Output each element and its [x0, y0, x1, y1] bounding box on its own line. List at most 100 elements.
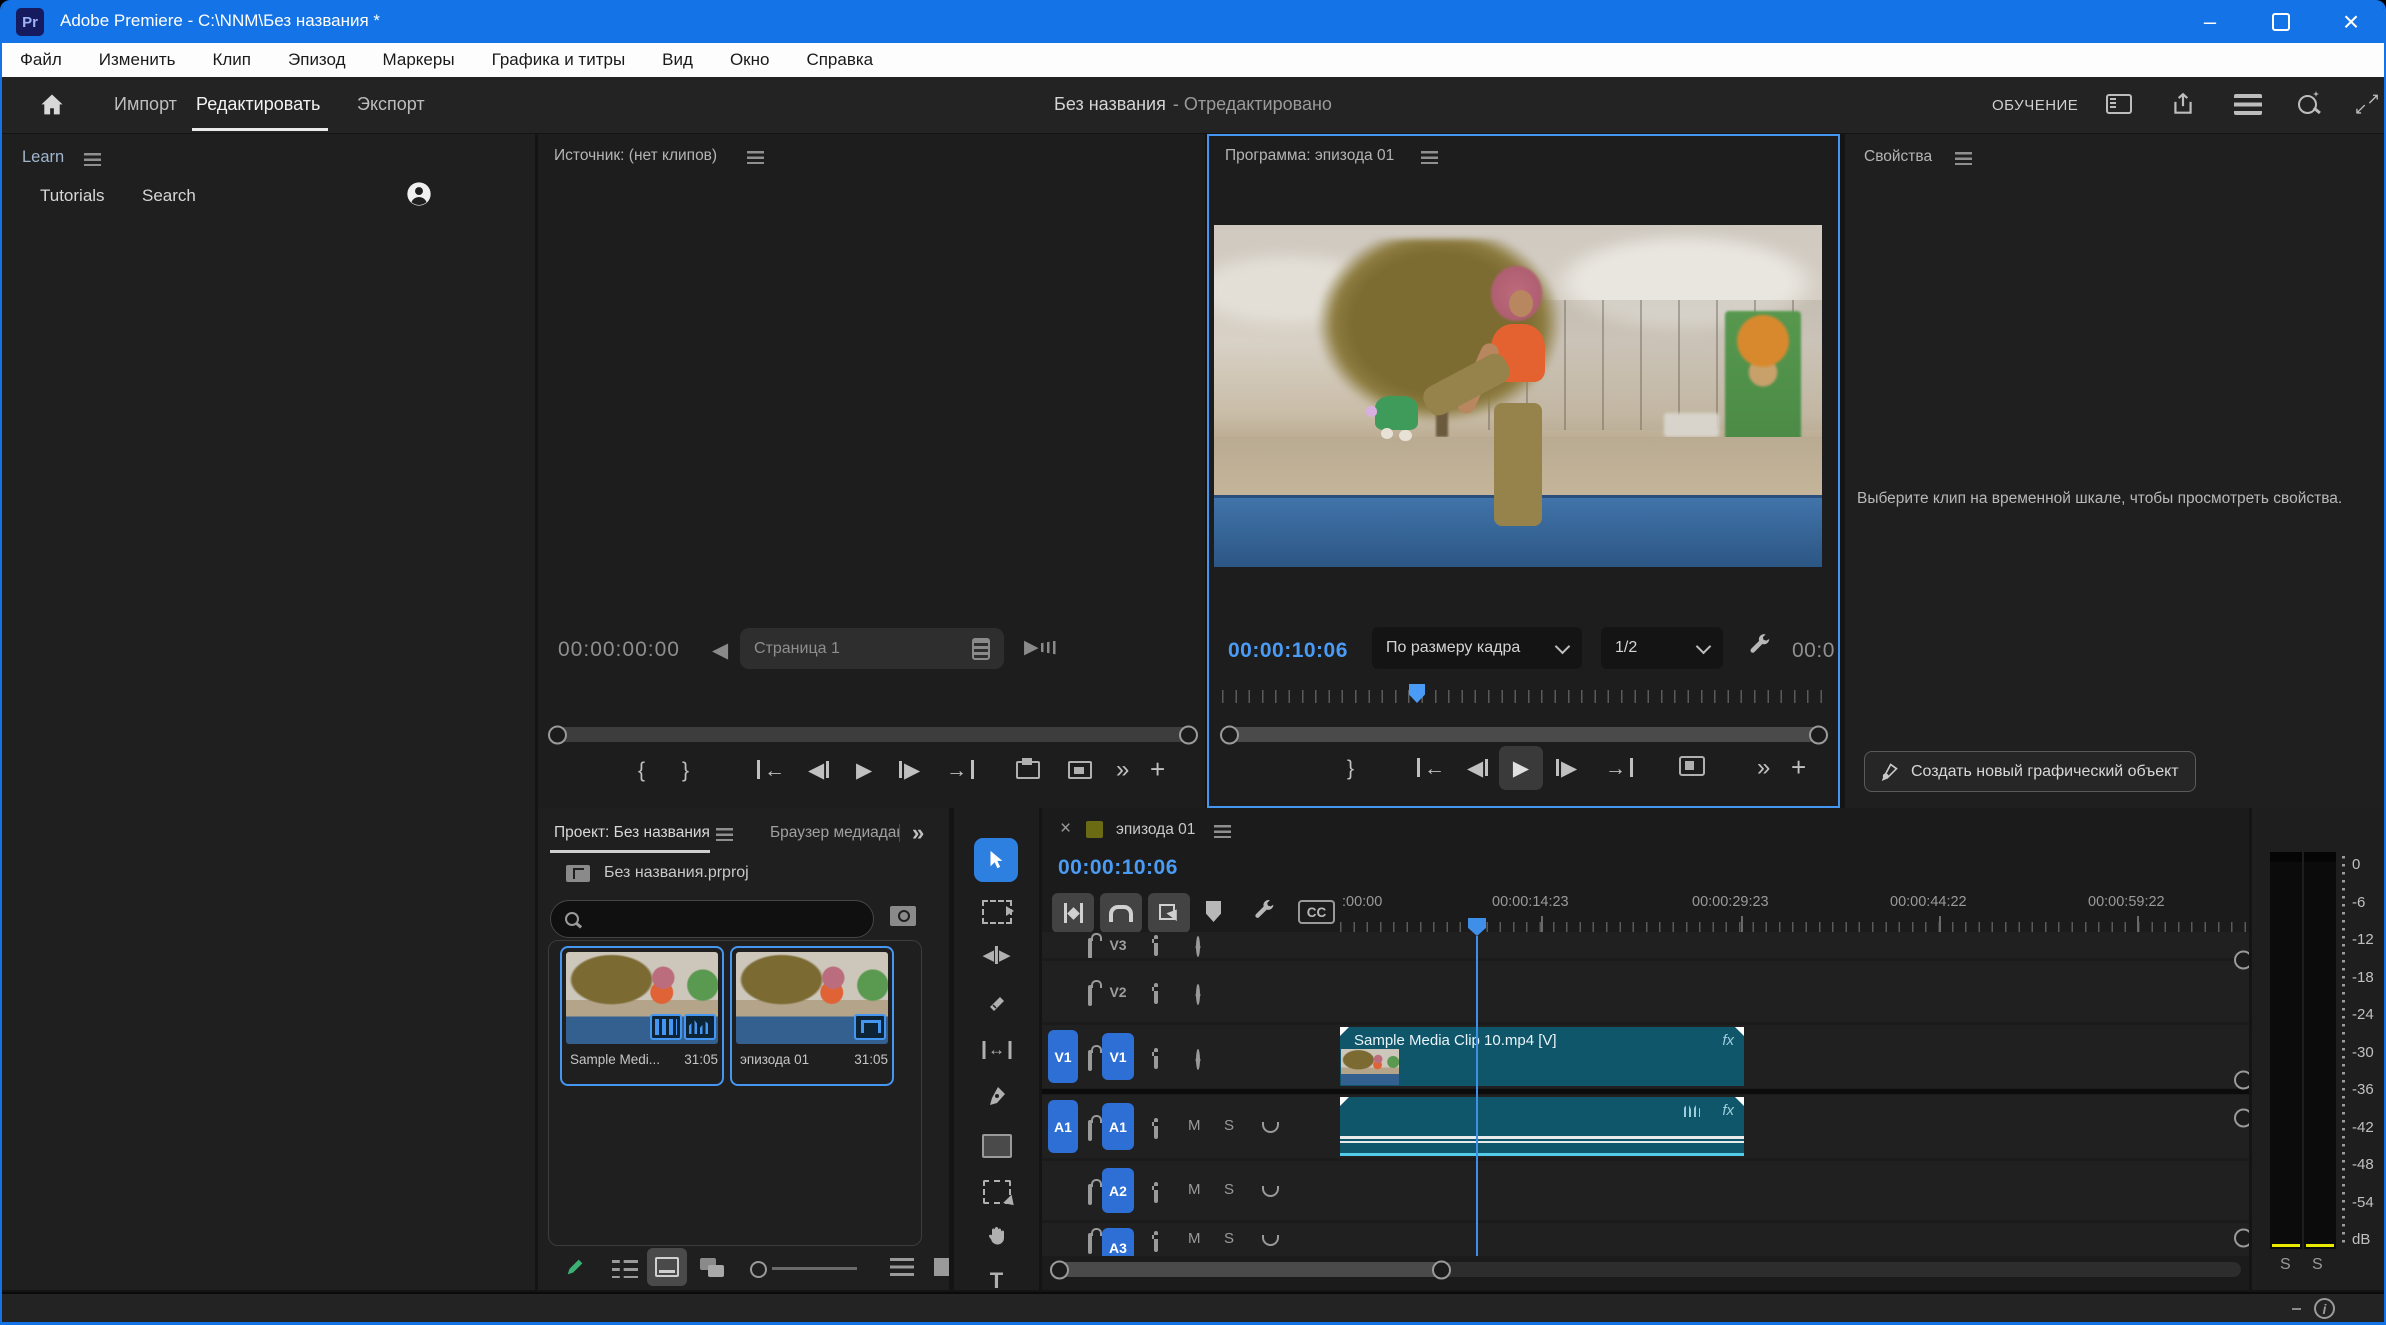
menu-edit[interactable]: Изменить [99, 50, 176, 70]
program-mark-out-icon[interactable]: } [1347, 758, 1354, 779]
sync-lock-icon[interactable] [1154, 983, 1158, 1004]
hand-tool[interactable] [985, 1224, 1009, 1248]
timeline-h-scrollbar[interactable] [1050, 1262, 2241, 1277]
source-zoom-handle-left[interactable] [548, 725, 567, 744]
program-settings-wrench-icon[interactable] [1747, 632, 1773, 658]
zoom-slider[interactable] [750, 1260, 860, 1276]
timeline-video-clip[interactable]: Sample Media Clip 10.mp4 [V] fx [1340, 1027, 1744, 1086]
h-scroll-thumb[interactable] [1050, 1262, 1446, 1277]
mark-out-icon[interactable]: } [682, 760, 689, 781]
learn-tab-search[interactable]: Search [142, 186, 196, 206]
mark-in-icon[interactable]: { [638, 760, 645, 781]
v-scroll-handle[interactable] [2234, 951, 2249, 970]
source-zoom-handle-right[interactable] [1179, 725, 1198, 744]
program-step-forward-icon[interactable]: ▶ [1561, 758, 1577, 779]
program-more-icon[interactable]: » [1757, 756, 1770, 780]
program-video-frame[interactable] [1214, 225, 1822, 567]
track-solo-button[interactable]: S [1224, 1117, 1234, 1134]
export-share-icon[interactable] [2170, 91, 2196, 117]
program-mini-ruler[interactable] [1222, 690, 1826, 703]
track-lock-icon[interactable] [1088, 1184, 1092, 1205]
timeline-tab-label[interactable]: эпизода 01 [1116, 821, 1195, 839]
go-to-in-icon[interactable]: ← [764, 760, 785, 781]
sync-lock-icon[interactable] [1154, 1048, 1158, 1069]
v-scroll-handle[interactable] [2234, 1229, 2249, 1248]
slip-tool[interactable]: ↔ [982, 1040, 1011, 1060]
properties-panel-menu-icon[interactable] [1955, 152, 1972, 165]
step-back-icon[interactable]: ◀ [808, 760, 824, 781]
menu-help[interactable]: Справка [806, 50, 873, 70]
track-visibility-eye-icon[interactable] [1196, 1049, 1200, 1070]
rectangle-tool[interactable] [982, 1134, 1012, 1158]
h-scroll-handle-right[interactable] [1432, 1260, 1451, 1279]
track-solo-button[interactable]: S [1224, 1230, 1234, 1247]
menu-graphics[interactable]: Графика и титры [492, 50, 626, 70]
play-icon[interactable]: ▶ [856, 760, 872, 781]
v-scroll-handle[interactable] [2234, 1109, 2249, 1128]
program-panel-title[interactable]: Программа: эпизода 01 [1225, 147, 1394, 165]
timeline-settings-wrench-icon[interactable] [1252, 898, 1277, 923]
track-mute-button[interactable]: M [1188, 1181, 1201, 1198]
meter-solo-left-button[interactable]: S [2280, 1256, 2291, 1274]
extract-icon[interactable] [1068, 761, 1092, 779]
video-audio-separator[interactable] [1042, 1089, 2249, 1094]
close-button[interactable]: × [2318, 0, 2384, 43]
search-in-bin-icon[interactable] [890, 906, 916, 926]
clipped-toolbar-icon[interactable] [934, 1258, 949, 1276]
track-lock-icon[interactable] [1088, 1233, 1092, 1254]
panel-overflow-icon[interactable]: » [912, 820, 924, 846]
h-scroll-handle-left[interactable] [1050, 1260, 1069, 1279]
program-timecode[interactable]: 00:00:10:06 [1228, 639, 1348, 663]
track-target-a1[interactable]: A1 [1102, 1103, 1134, 1150]
program-go-to-in-icon[interactable]: ← [1424, 758, 1445, 779]
lift-icon[interactable] [1016, 761, 1040, 779]
freeform-view-icon[interactable] [700, 1258, 726, 1278]
captions-button[interactable]: CC [1298, 900, 1335, 924]
selection-tool[interactable] [974, 838, 1018, 882]
track-target-v2[interactable]: V2 [1102, 980, 1134, 1004]
snap-button[interactable] [1100, 893, 1142, 933]
track-solo-button[interactable]: S [1224, 1181, 1234, 1198]
sync-lock-icon[interactable] [1154, 1182, 1158, 1203]
quick-search-icon[interactable] [2298, 93, 2320, 115]
track-select-tool[interactable] [982, 900, 1012, 924]
program-zoom-scrollbar[interactable] [1222, 727, 1826, 742]
workspace-stack-icon[interactable] [2234, 94, 2262, 115]
program-add-button-icon[interactable]: + [1791, 754, 1806, 780]
info-icon[interactable]: i [2314, 1298, 2335, 1319]
source-patch-v1[interactable]: V1 [1048, 1030, 1078, 1083]
workspaces-icon[interactable] [2106, 94, 2132, 114]
track-target-v1[interactable]: V1 [1102, 1033, 1134, 1080]
program-play-button[interactable]: ▶ [1499, 746, 1543, 790]
breadcrumb[interactable]: Без названия.prproj [566, 864, 749, 882]
program-zoom-handle-right[interactable] [1809, 725, 1828, 744]
add-marker-icon[interactable] [1206, 901, 1221, 922]
track-lock-icon[interactable] [1088, 1120, 1092, 1141]
new-graphic-button[interactable]: Создать новый графический объект [1864, 751, 2196, 792]
maximize-button[interactable] [2248, 0, 2314, 43]
learn-button[interactable]: ОБУЧЕНИЕ [1992, 97, 2078, 114]
source-zoom-scrollbar[interactable] [550, 727, 1196, 742]
track-visibility-eye-icon[interactable] [1196, 984, 1200, 1005]
audio-keyframe-line[interactable] [1340, 1136, 1744, 1139]
learn-tab-tutorials[interactable]: Tutorials [40, 186, 105, 206]
transform-tool[interactable] [983, 1180, 1011, 1204]
go-to-out-icon[interactable]: → [946, 760, 967, 781]
source-patch-a1[interactable]: A1 [1048, 1100, 1078, 1153]
timeline-tab-close-icon[interactable]: × [1060, 818, 1071, 840]
meter-solo-right-button[interactable]: S [2312, 1256, 2323, 1274]
sync-lock-icon[interactable] [1154, 1231, 1158, 1252]
clip-card-sample-media[interactable]: Sample Medi... 31:05 [560, 946, 724, 1086]
ripple-edit-tool[interactable]: ◀ ▶ [982, 946, 1010, 964]
program-go-to-out-icon[interactable]: → [1605, 758, 1626, 779]
linked-selection-button[interactable] [1148, 893, 1190, 933]
source-panel-title[interactable]: Источник: (нет клипов) [554, 147, 717, 165]
timeline-panel-menu-icon[interactable] [1214, 825, 1231, 838]
type-tool[interactable]: T [990, 1268, 1003, 1290]
list-view-icon[interactable] [612, 1260, 638, 1278]
program-panel-menu-icon[interactable] [1421, 151, 1438, 164]
source-panel-menu-icon[interactable] [747, 151, 764, 164]
audio-keyframe-line[interactable] [1340, 1141, 1744, 1143]
project-search-input[interactable] [550, 900, 874, 938]
play-around-icon[interactable]: ▶ [1024, 636, 1057, 659]
